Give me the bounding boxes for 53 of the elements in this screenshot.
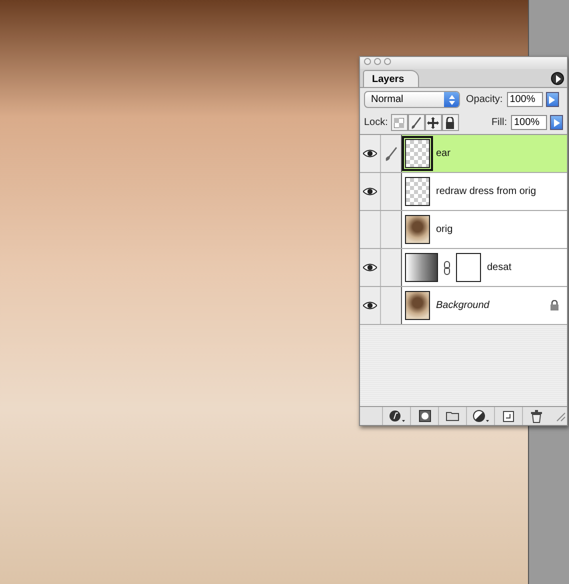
opacity-field[interactable]: 100% bbox=[506, 92, 543, 107]
layer-name: Background bbox=[436, 300, 490, 311]
layer-row[interactable]: desat bbox=[360, 249, 567, 287]
layer-name: ear bbox=[436, 148, 450, 159]
link-toggle[interactable] bbox=[381, 135, 402, 172]
photo-thumbnail bbox=[405, 291, 430, 320]
fill-slider-button[interactable] bbox=[550, 115, 563, 130]
transparent-thumbnail bbox=[405, 139, 430, 168]
mask-icon bbox=[418, 410, 430, 422]
layer-row[interactable]: redraw dress from orig bbox=[360, 173, 567, 211]
mask-thumbnail bbox=[456, 253, 481, 282]
panel-menu-button[interactable] bbox=[551, 72, 564, 85]
opacity-label: Opacity: bbox=[466, 94, 503, 105]
resize-grip-icon[interactable] bbox=[554, 410, 566, 422]
link-toggle[interactable] bbox=[381, 287, 402, 324]
blend-mode-dropdown[interactable]: Normal bbox=[364, 91, 460, 108]
eye-icon bbox=[363, 263, 377, 272]
checkerboard-icon[interactable] bbox=[390, 114, 408, 131]
layers-tab[interactable]: Layers bbox=[363, 70, 420, 87]
link-toggle[interactable] bbox=[381, 211, 402, 248]
triangle-icon bbox=[554, 74, 562, 82]
visibility-toggle[interactable] bbox=[360, 135, 381, 172]
layer-row[interactable]: ear bbox=[360, 135, 567, 173]
link-toggle[interactable] bbox=[381, 173, 402, 210]
fill-label: Fill: bbox=[491, 117, 507, 128]
visibility-toggle[interactable] bbox=[360, 211, 381, 248]
new-layer-icon bbox=[503, 410, 514, 422]
visibility-toggle[interactable] bbox=[360, 287, 381, 324]
transparent-thumbnail bbox=[405, 177, 430, 206]
triangle-icon bbox=[554, 118, 560, 126]
link-toggle[interactable] bbox=[381, 249, 402, 286]
move-icon[interactable] bbox=[424, 114, 442, 131]
layer-name: orig bbox=[436, 224, 453, 235]
lock-icon[interactable] bbox=[442, 114, 459, 131]
eye-icon bbox=[363, 187, 377, 196]
gradient-thumbnail bbox=[405, 253, 438, 282]
eye-icon bbox=[363, 149, 377, 158]
visibility-toggle[interactable] bbox=[360, 173, 381, 210]
brush-icon bbox=[385, 146, 397, 160]
layer-name: redraw dress from orig bbox=[436, 186, 536, 197]
fx-icon bbox=[388, 410, 404, 422]
up-down-arrows-icon bbox=[448, 94, 454, 104]
fill-field[interactable]: 100% bbox=[511, 115, 547, 130]
opacity-slider-button[interactable] bbox=[546, 92, 559, 107]
visibility-toggle[interactable] bbox=[360, 249, 381, 286]
layer-row[interactable]: orig bbox=[360, 211, 567, 249]
layer-name: desat bbox=[487, 262, 512, 273]
triangle-icon bbox=[549, 96, 556, 104]
photo-thumbnail bbox=[405, 215, 430, 244]
brush-icon[interactable] bbox=[408, 114, 425, 131]
lock-label: Lock: bbox=[364, 117, 388, 128]
eye-icon bbox=[363, 301, 377, 310]
layer-row[interactable]: Background bbox=[360, 287, 567, 325]
